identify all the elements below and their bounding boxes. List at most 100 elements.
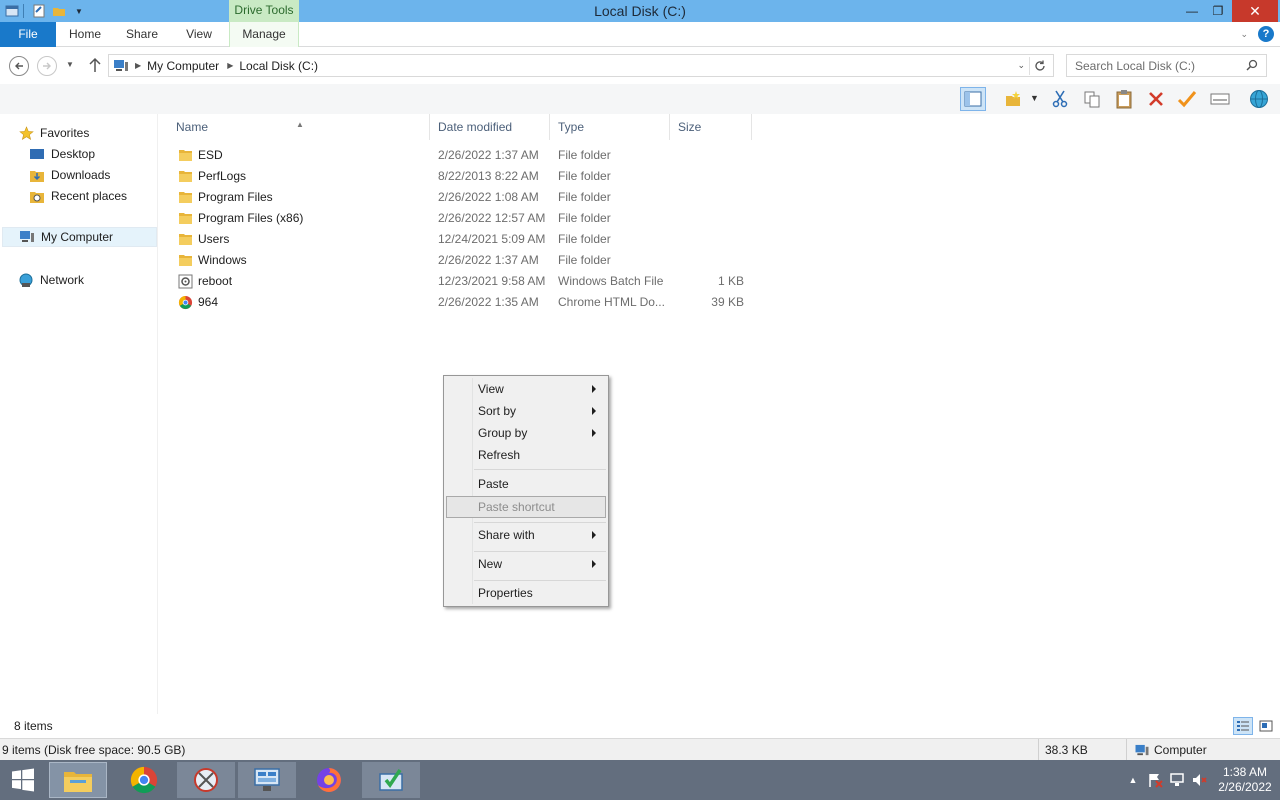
- search-icon[interactable]: [1246, 59, 1258, 74]
- folder-icon: [178, 211, 194, 226]
- menu-refresh-label: Refresh: [478, 448, 521, 462]
- nav-downloads-label: Downloads: [51, 168, 111, 182]
- close-button[interactable]: ✕: [1232, 0, 1278, 22]
- menu-separator: [474, 522, 606, 523]
- menu-item-paste[interactable]: Paste: [446, 473, 606, 495]
- taskbar-chrome[interactable]: [115, 762, 173, 798]
- submenu-arrow-icon: [592, 560, 596, 568]
- globe-icon: [1250, 90, 1268, 108]
- large-icons-view-button[interactable]: [1256, 717, 1276, 735]
- copy-button[interactable]: [1079, 87, 1105, 111]
- preview-pane-button[interactable]: [960, 87, 986, 111]
- start-button[interactable]: [0, 760, 46, 800]
- column-header-type[interactable]: Type: [550, 114, 670, 140]
- tab-share[interactable]: Share: [114, 22, 170, 47]
- file-row[interactable]: PerfLogs 8/22/2013 8:22 AM File folder: [168, 166, 758, 187]
- tab-manage[interactable]: Manage: [229, 22, 299, 47]
- nav-downloads[interactable]: Downloads: [29, 165, 110, 185]
- search-box[interactable]: Search Local Disk (C:): [1066, 54, 1267, 77]
- new-folder-button[interactable]: [1000, 87, 1026, 111]
- forward-button[interactable]: [37, 56, 57, 76]
- show-hidden-icons-icon[interactable]: ▲: [1122, 769, 1144, 791]
- menu-item-properties[interactable]: Properties: [446, 582, 606, 604]
- help-icon[interactable]: ?: [1258, 26, 1274, 42]
- file-row[interactable]: Windows 2/26/2022 1:37 AM File folder: [168, 250, 758, 271]
- breadcrumb-separator-icon: ▶: [135, 61, 142, 70]
- file-row[interactable]: Program Files 2/26/2022 1:08 AM File fol…: [168, 187, 758, 208]
- menu-item-share-with[interactable]: Share with: [446, 524, 606, 546]
- taskbar-snipping-tool[interactable]: [177, 762, 235, 798]
- properties-button[interactable]: [1207, 87, 1233, 111]
- paste-button[interactable]: [1111, 87, 1137, 111]
- file-row[interactable]: reboot 12/23/2021 9:58 AM Windows Batch …: [168, 271, 758, 292]
- menu-item-group-by[interactable]: Group by: [446, 422, 606, 444]
- file-date: 8/22/2013 8:22 AM: [438, 169, 539, 183]
- nav-favorites[interactable]: Favorites: [18, 123, 89, 143]
- file-name: 964: [198, 295, 219, 309]
- tab-file[interactable]: File: [0, 22, 56, 47]
- tab-home[interactable]: Home: [58, 22, 112, 47]
- details-status-bar: 9 items (Disk free space: 90.5 GB) 38.3 …: [0, 738, 1280, 761]
- up-button[interactable]: [88, 57, 102, 76]
- file-row[interactable]: 964 2/26/2022 1:35 AM Chrome HTML Do... …: [168, 292, 758, 313]
- details-view-button[interactable]: [1233, 717, 1253, 735]
- breadcrumb-separator-icon: ▶: [227, 61, 234, 70]
- minimize-button[interactable]: —: [1178, 0, 1206, 22]
- address-dropdown-icon[interactable]: ⌄: [1017, 60, 1025, 71]
- column-header-size[interactable]: Size: [670, 114, 752, 140]
- back-button[interactable]: [9, 56, 29, 76]
- refresh-button[interactable]: [1029, 57, 1049, 75]
- preview-pane-icon: [964, 91, 982, 107]
- menu-sort-by-label: Sort by: [478, 404, 517, 418]
- server-manager-icon: [254, 768, 280, 791]
- delete-button[interactable]: [1143, 87, 1169, 111]
- file-row[interactable]: Users 12/24/2021 5:09 AM File folder: [168, 229, 758, 250]
- volume-muted-icon[interactable]: [1188, 769, 1210, 791]
- nav-network[interactable]: Network: [18, 270, 84, 290]
- nav-desktop[interactable]: Desktop: [29, 144, 95, 164]
- nav-my-computer[interactable]: My Computer: [2, 227, 157, 247]
- nav-recent-places[interactable]: Recent places: [29, 186, 127, 206]
- address-bar[interactable]: ▶ My Computer ▶ Local Disk (C:) ⌄: [108, 54, 1054, 77]
- column-header-date[interactable]: Date modified: [430, 114, 550, 140]
- breadcrumb-my-computer[interactable]: My Computer: [147, 59, 219, 73]
- submenu-arrow-icon: [592, 531, 596, 539]
- file-type: File folder: [558, 253, 611, 267]
- taskbar-app-installer[interactable]: [362, 762, 420, 798]
- tab-view[interactable]: View: [172, 22, 226, 47]
- search-input[interactable]: Search Local Disk (C:): [1075, 59, 1195, 73]
- expand-ribbon-icon[interactable]: ⌄: [1240, 29, 1248, 40]
- menu-item-sort-by[interactable]: Sort by: [446, 400, 606, 422]
- menu-item-view[interactable]: View: [446, 378, 606, 400]
- taskbar-clock[interactable]: 1:38 AM 2/26/2022: [1210, 765, 1280, 795]
- taskbar-file-explorer[interactable]: [49, 762, 107, 798]
- network-status-icon[interactable]: [1166, 769, 1188, 791]
- open-globe-button[interactable]: [1246, 87, 1272, 111]
- menu-item-refresh[interactable]: Refresh: [446, 444, 606, 466]
- breadcrumb-local-disk[interactable]: Local Disk (C:): [239, 59, 318, 73]
- recent-locations-dropdown[interactable]: ▼: [66, 60, 74, 69]
- folder-icon: [178, 253, 194, 268]
- file-date: 2/26/2022 1:08 AM: [438, 190, 539, 204]
- file-row[interactable]: ESD 2/26/2022 1:37 AM File folder: [168, 145, 758, 166]
- ribbon-tabs: File Home Share View Manage ⌄ ?: [0, 22, 1280, 47]
- column-header-name[interactable]: Name ▲: [168, 114, 430, 140]
- cut-button[interactable]: [1047, 87, 1073, 111]
- folder-icon: [178, 169, 194, 184]
- taskbar-firefox[interactable]: [300, 762, 358, 798]
- rename-button[interactable]: [1174, 87, 1200, 111]
- action-center-flag-icon[interactable]: [1144, 769, 1166, 791]
- downloads-folder-icon: [29, 167, 45, 183]
- menu-item-paste-shortcut[interactable]: Paste shortcut: [446, 496, 606, 518]
- new-folder-dropdown-icon[interactable]: ▼: [1030, 93, 1039, 103]
- chrome-html-icon: [178, 295, 194, 310]
- folder-icon: [178, 232, 194, 247]
- batch-file-icon: [178, 274, 194, 289]
- computer-icon: [19, 229, 35, 245]
- snipping-tool-icon: [194, 768, 218, 792]
- file-row[interactable]: Program Files (x86) 2/26/2022 12:57 AM F…: [168, 208, 758, 229]
- menu-item-new[interactable]: New: [446, 553, 606, 575]
- maximize-button[interactable]: ❐: [1204, 0, 1232, 22]
- taskbar-server-manager[interactable]: [238, 762, 296, 798]
- recent-places-icon: [29, 188, 45, 204]
